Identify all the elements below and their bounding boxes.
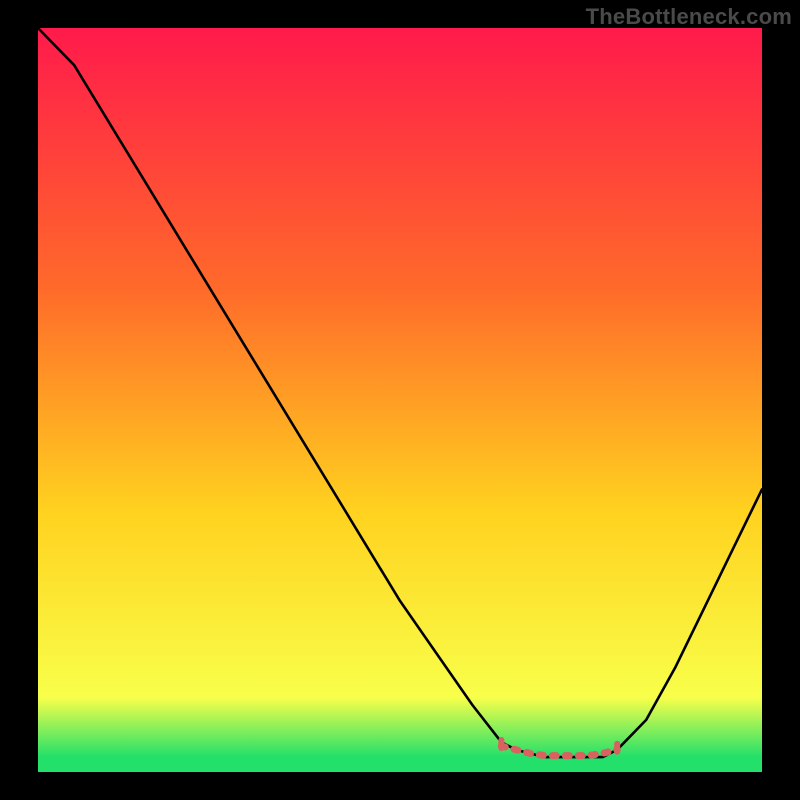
marker-endcap bbox=[614, 741, 620, 755]
marker-endcap bbox=[498, 737, 504, 751]
plot-background bbox=[38, 28, 762, 772]
bottleneck-chart bbox=[0, 0, 800, 800]
chart-frame: TheBottleneck.com bbox=[0, 0, 800, 800]
